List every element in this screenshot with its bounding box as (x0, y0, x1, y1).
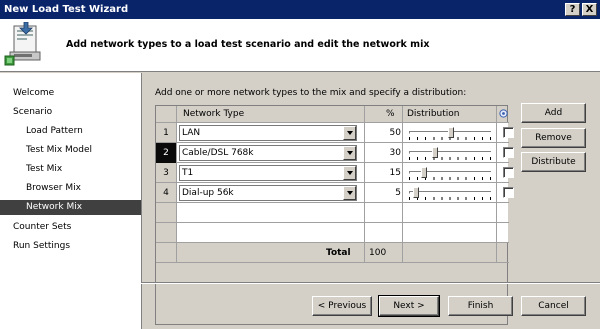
total-value: 100 (369, 248, 387, 258)
slider-ticks (409, 197, 491, 200)
wizard-nav: Welcome Scenario Load Pattern Test Mix M… (0, 73, 141, 329)
nav-item-browser-mix[interactable]: Browser Mix (0, 181, 141, 196)
row-number[interactable]: 2 (156, 143, 176, 163)
lock-checkbox[interactable] (503, 187, 514, 198)
close-button[interactable]: X (582, 3, 597, 16)
remove-button[interactable]: Remove (521, 128, 586, 148)
wizard-network-icon (4, 22, 41, 66)
nav-item-load-pattern[interactable]: Load Pattern (0, 124, 141, 139)
nav-item-run-settings[interactable]: Run Settings (0, 239, 141, 254)
network-mix-panel: Add one or more network types to the mix… (141, 73, 600, 329)
distribution-slider-thumb[interactable] (448, 127, 454, 138)
lock-icon (499, 109, 508, 118)
distribute-button[interactable]: Distribute (521, 152, 586, 172)
instruction-text: Add one or more network types to the mix… (155, 88, 467, 98)
chevron-down-icon[interactable] (343, 126, 356, 140)
distribution-slider-track[interactable] (409, 151, 491, 154)
nav-item-test-mix[interactable]: Test Mix (0, 162, 141, 177)
window-titlebar[interactable]: New Load Test Wizard ? X (0, 0, 600, 19)
previous-button[interactable]: < Previous (312, 296, 372, 316)
nav-item-test-mix-model[interactable]: Test Mix Model (0, 143, 141, 158)
percent-value[interactable]: 50 (361, 123, 401, 143)
lock-checkbox[interactable] (503, 147, 514, 158)
network-type-value: Cable/DSL 768k (182, 148, 254, 158)
row-number[interactable]: 3 (156, 163, 176, 183)
window-title: New Load Test Wizard (4, 4, 129, 15)
network-type-dropdown[interactable]: T1 (179, 165, 357, 181)
percent-value[interactable]: 5 (361, 183, 401, 203)
row-number[interactable]: 1 (156, 123, 176, 143)
slider-ticks (409, 157, 491, 160)
nav-item-welcome[interactable]: Welcome (0, 86, 141, 101)
row-number[interactable]: 4 (156, 183, 176, 203)
next-button[interactable]: Next > (378, 295, 440, 317)
column-header-percent: % (386, 109, 395, 119)
distribution-slider-thumb[interactable] (413, 187, 419, 198)
nav-item-scenario[interactable]: Scenario (0, 105, 141, 120)
lock-checkbox[interactable] (503, 167, 514, 178)
help-button[interactable]: ? (565, 3, 580, 16)
wizard-header: Add network types to a load test scenari… (0, 19, 600, 72)
finish-button[interactable]: Finish (448, 296, 513, 316)
footer-divider (141, 282, 600, 284)
chevron-down-icon[interactable] (343, 146, 356, 160)
network-mix-grid: Network Type % Distribution 1 LAN 50 2 C… (155, 105, 514, 325)
network-type-value: T1 (182, 168, 194, 178)
column-header-network-type: Network Type (183, 109, 245, 119)
distribution-slider-thumb[interactable] (432, 147, 438, 158)
network-type-value: Dial-up 56k (182, 188, 234, 198)
network-type-value: LAN (182, 128, 201, 138)
column-header-distribution: Distribution (407, 109, 460, 119)
total-label: Total (326, 248, 351, 258)
network-type-dropdown[interactable]: LAN (179, 125, 357, 141)
distribution-slider-thumb[interactable] (421, 167, 427, 178)
lock-checkbox[interactable] (503, 127, 514, 138)
nav-item-counter-sets[interactable]: Counter Sets (0, 220, 141, 235)
distribution-slider-track[interactable] (409, 191, 491, 194)
network-type-dropdown[interactable]: Cable/DSL 768k (179, 145, 357, 161)
header-title: Add network types to a load test scenari… (66, 39, 430, 50)
chevron-down-icon[interactable] (343, 166, 356, 180)
cancel-button[interactable]: Cancel (521, 296, 586, 316)
add-button[interactable]: Add (521, 103, 586, 123)
network-type-dropdown[interactable]: Dial-up 56k (179, 185, 357, 201)
percent-value[interactable]: 15 (361, 163, 401, 183)
percent-value[interactable]: 30 (361, 143, 401, 163)
nav-item-network-mix[interactable]: Network Mix (0, 200, 141, 215)
chevron-down-icon[interactable] (343, 186, 356, 200)
